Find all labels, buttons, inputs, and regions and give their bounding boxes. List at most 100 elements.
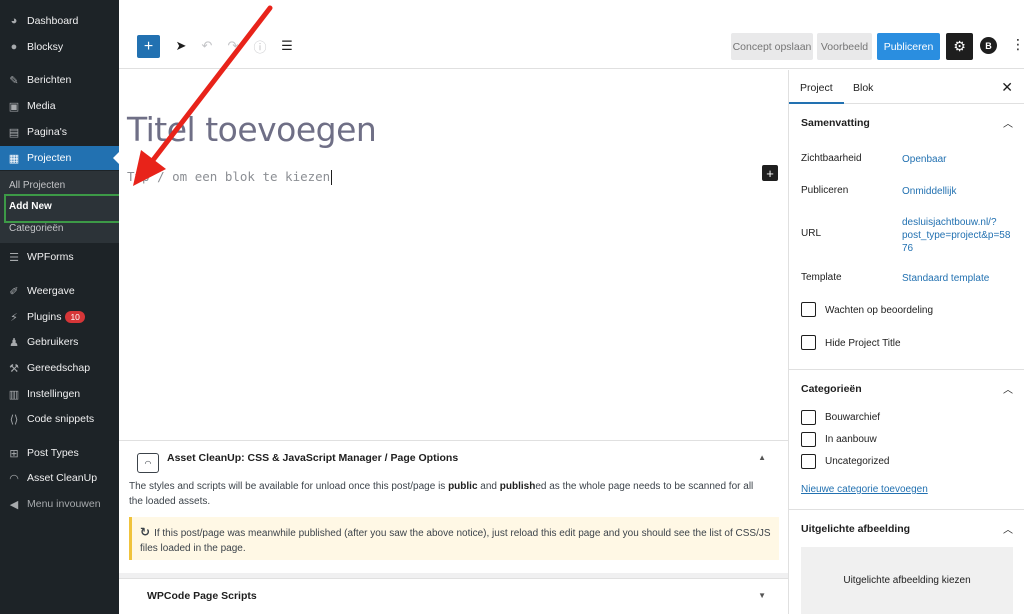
meta-boxes: ◠ Asset CleanUp: CSS & JavaScript Manage… [119,440,788,614]
editor-toolbar: + ➤ ↶ ↷ ⓘ ☰ Concept opslaan Voorbeeld Pu… [119,0,1024,69]
submenu-categorieen[interactable]: Categorieën [9,223,63,234]
visibility-label: Zichtbaarheid [801,153,862,164]
plus-icon: + [766,165,774,181]
category-checkbox-in-aanbouw[interactable] [801,432,816,447]
menu-asset-cleanup[interactable]: ◠ Asset CleanUp [0,466,119,490]
category-checkbox-uncategorized[interactable] [801,454,816,469]
pages-icon: ▤ [8,126,20,139]
users-icon: ♟ [9,336,19,349]
menu-instellingen[interactable]: ▥ Instellingen [0,382,119,406]
add-category-link[interactable]: Nieuwe categorie toevoegen [801,484,928,495]
collapse-icon: ◀ [9,498,19,511]
url-label: URL [801,228,822,239]
post-title-input[interactable]: Titel toevoegen [127,110,377,149]
reload-icon: ↻ [140,525,151,539]
menu-weergave[interactable]: ✐ Weergave [0,279,119,303]
menu-collapse[interactable]: ◀ Menu invouwen [0,492,119,516]
save-draft-button[interactable]: Concept opslaan [731,33,813,60]
menu-berichten[interactable]: ✎ Berichten [0,68,119,92]
category-label: In aanbouw [825,434,877,445]
close-sidebar-button[interactable]: ✕ [1001,79,1013,96]
categories-panel-header[interactable]: Categorieën ︿ [789,369,1024,405]
metabox-collapse-toggle[interactable]: ▲ [758,453,766,462]
asset-cleanup-title: Asset CleanUp: CSS & JavaScript Manager … [167,452,459,464]
more-vertical-icon: ⋮ [1011,36,1024,52]
metabox-expand-toggle[interactable]: ▼ [758,591,766,600]
asset-cleanup-description: The styles and scripts will be available… [129,481,754,507]
wpcode-metabox: WPCode Page Scripts ▼ [119,578,788,614]
media-icon: ▣ [8,100,20,113]
asset-cleanup-notice: ↻ If this post/page was meanwhile publish… [129,517,779,560]
category-label: Uncategorized [825,456,890,467]
menu-gereedschap[interactable]: ⚒ Gereedschap [0,356,119,380]
menu-code-snippets[interactable]: ⟨⟩ Code snippets [0,407,119,431]
url-toggle[interactable]: desluisjachtbouw.nl/? post_type=project&p… [902,216,1010,255]
grid-icon: ⊞ [9,447,19,460]
dashboard-icon: ◕ [10,15,18,27]
editor-canvas: Titel toevoegen Typ / om een blok te kie… [119,70,788,440]
undo-icon: ↶ [201,38,213,53]
tab-project[interactable]: Project [789,82,844,104]
menu-dashboard[interactable]: ◕ Dashboard [0,9,119,33]
text-caret [331,170,333,185]
menu-gebruikers[interactable]: ♟ Gebruikers [0,330,119,354]
publish-date-label: Publiceren [801,185,849,196]
inline-add-block-button[interactable]: + [762,165,778,181]
submenu-all-projecten[interactable]: All Projecten [9,180,65,191]
wpforms-icon: ☰ [9,251,19,264]
category-checkbox-bouwarchief[interactable] [801,410,816,425]
featured-image-title: Uitgelichte afbeelding [801,523,911,535]
plus-icon: + [143,37,154,55]
tab-blok[interactable]: Blok [853,82,873,94]
settings-icon: ▥ [8,388,20,401]
block-appender[interactable]: Typ / om een blok te kiezen [127,169,333,185]
visibility-toggle[interactable]: Openbaar [902,153,946,166]
publish-button[interactable]: Publiceren [877,33,940,60]
pin-icon: ✎ [9,74,19,87]
menu-post-types[interactable]: ⊞ Post Types [0,441,119,465]
select-tool-button[interactable]: ➤ [171,36,191,56]
preview-button[interactable]: Voorbeeld [817,33,872,60]
gauge-icon: ◠ [9,472,19,485]
menu-paginas[interactable]: ▤ Pagina's [0,120,119,144]
chevron-up-icon: ︿ [1003,385,1013,396]
options-menu-button[interactable]: ⋮ [1011,36,1024,53]
hide-title-checkbox[interactable] [801,335,816,350]
menu-projecten[interactable]: ▦ Projecten [0,146,119,170]
menu-blocksy[interactable]: ● Blocksy [0,35,119,59]
settings-toggle-button[interactable]: ⚙ [946,33,973,60]
admin-menu: ◕ Dashboard ● Blocksy ✎ Berichten ▣ Media ▤ P… [0,0,119,614]
template-toggle[interactable]: Standaard template [902,272,989,285]
gear-icon: ⚙ [953,38,966,54]
menu-media[interactable]: ▣ Media [0,94,119,118]
publish-date-toggle[interactable]: Onmiddellijk [902,185,956,198]
hide-title-label: Hide Project Title [825,338,901,349]
plugins-update-badge: 10 [65,311,85,323]
close-icon: ✕ [1001,79,1013,95]
categories-title: Categorieën [801,383,862,395]
settings-sidebar: Project Blok ✕ Samenvatting ︿ Zichtbaarh… [788,70,1024,614]
chevron-up-icon: ︿ [1003,119,1013,130]
details-button[interactable]: ⓘ [250,36,270,56]
redo-button[interactable]: ↷ [223,36,243,56]
blocksy-button[interactable]: B [980,37,997,54]
chevron-up-icon: ︿ [1003,525,1013,536]
wrench-icon: ⚒ [9,362,19,375]
menu-plugins[interactable]: ⚡ Plugins 10 [0,305,119,329]
pending-review-checkbox[interactable] [801,302,816,317]
category-label: Bouwarchief [825,412,881,423]
menu-wpforms[interactable]: ☰ WPForms [0,245,119,269]
list-view-button[interactable]: ☰ [277,36,297,56]
list-view-icon: ☰ [281,38,293,53]
blocksy-icon: ● [10,41,18,53]
info-icon: ⓘ [253,39,267,55]
block-inserter-button[interactable]: + [137,35,160,58]
brush-icon: ✐ [9,285,19,298]
blocksy-icon: B [985,40,992,51]
redo-icon: ↷ [227,38,239,53]
undo-button[interactable]: ↶ [197,36,217,56]
set-featured-image-button[interactable]: Uitgelichte afbeelding kiezen [801,547,1013,614]
featured-image-panel-header[interactable]: Uitgelichte afbeelding ︿ [789,509,1024,545]
sidebar-tabs: Project Blok ✕ [789,70,1024,104]
summary-panel-header[interactable]: Samenvatting ︿ [789,104,1024,140]
